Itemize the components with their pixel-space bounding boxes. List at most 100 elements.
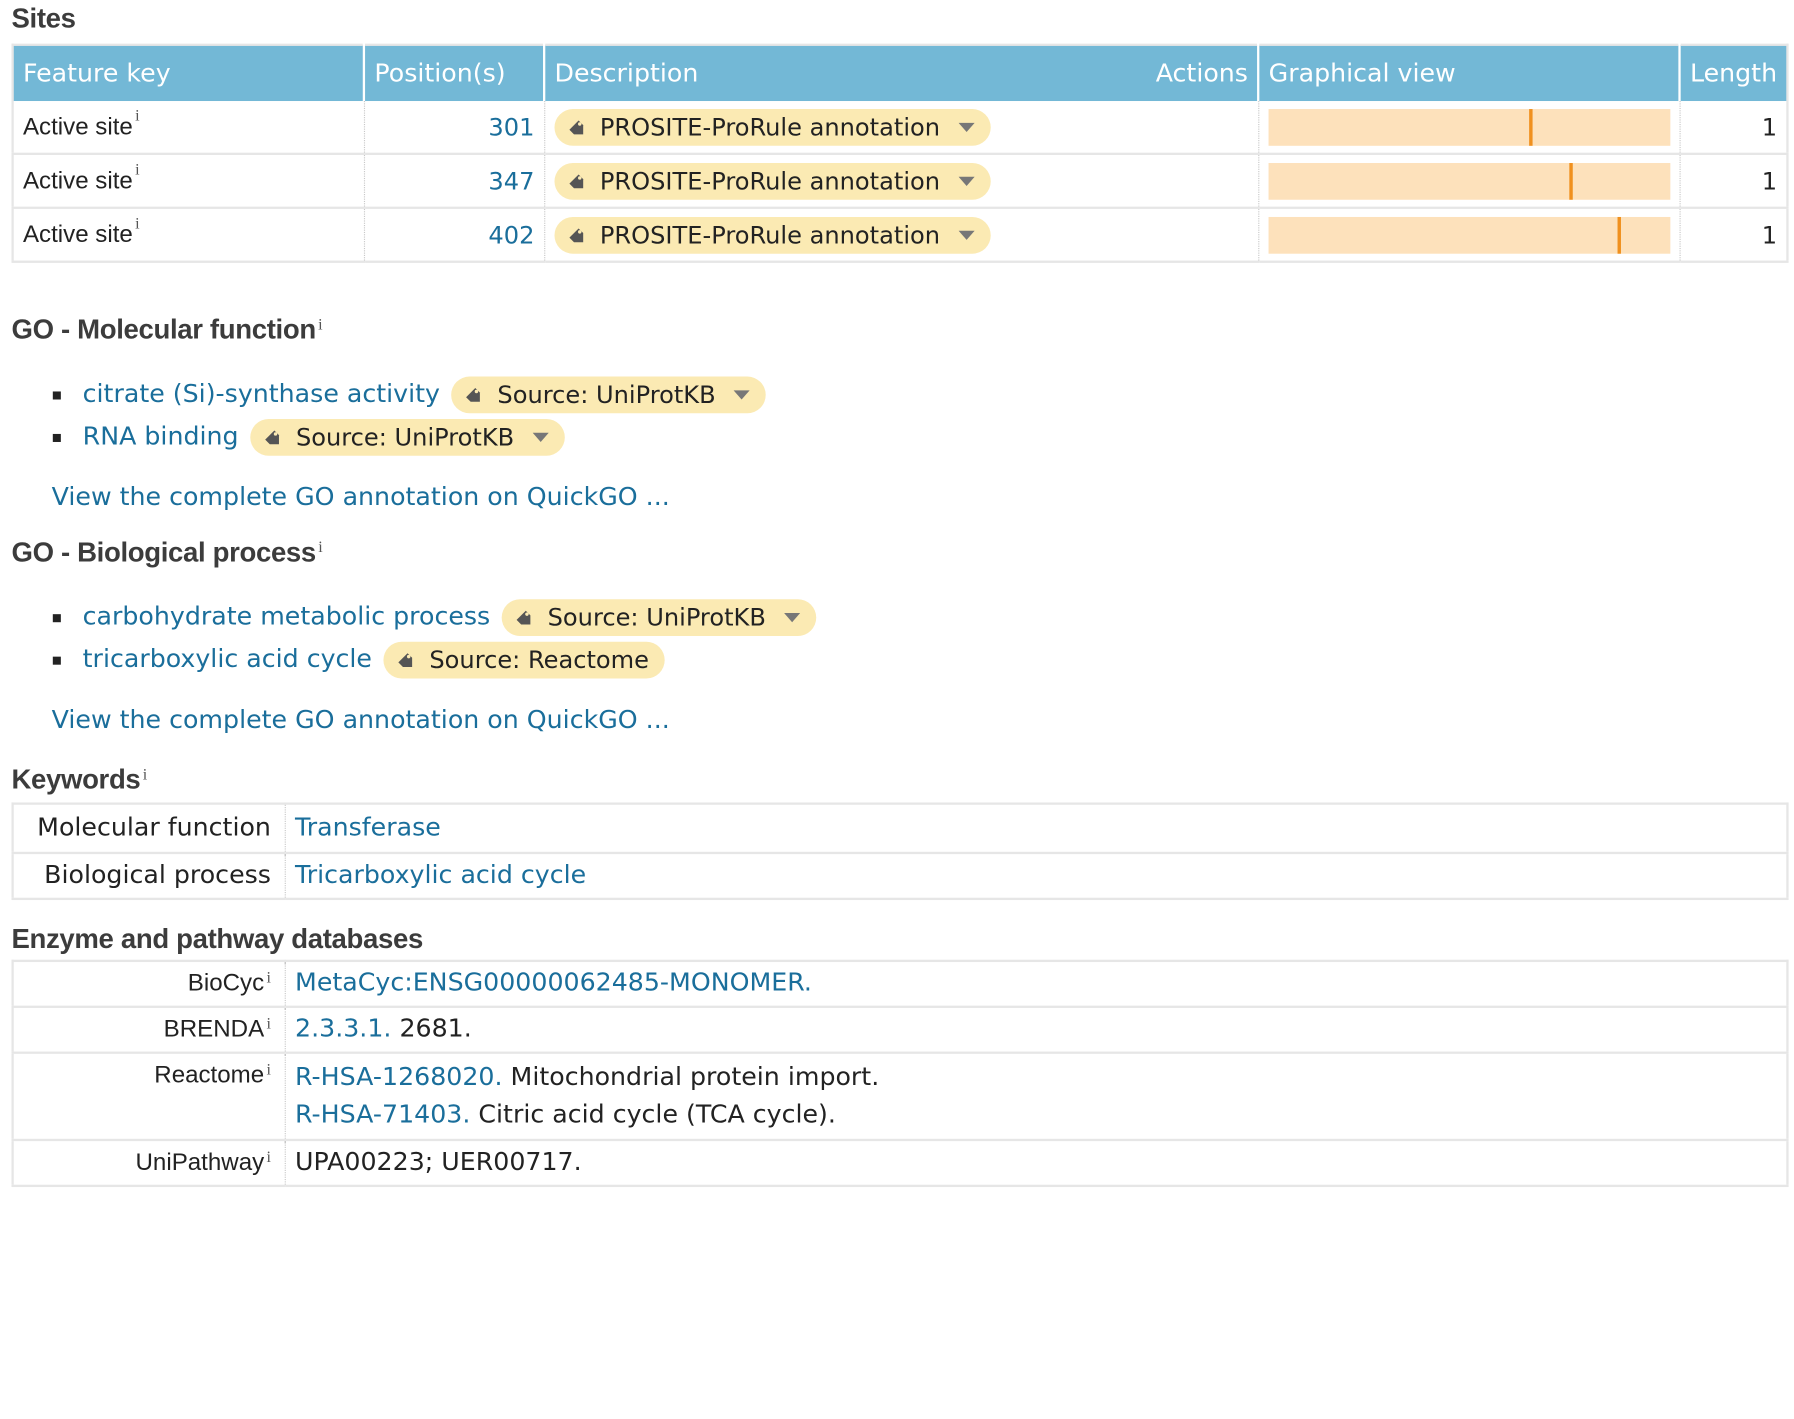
position-cell: 347 (364, 153, 545, 209)
position-cell: 402 (364, 207, 545, 263)
col-feature-key[interactable]: Feature key (12, 44, 366, 102)
chevron-down-icon (532, 432, 549, 442)
chevron-down-icon (958, 176, 975, 186)
tag-icon (568, 227, 583, 242)
col-positions[interactable]: Position(s) (364, 44, 546, 102)
unipathway-text: UPA00223; UER00717. (295, 1148, 582, 1177)
table-row: BioCyc i MetaCyc:ENSG00000062485-MONOMER. (12, 960, 1788, 1008)
go-molecular-more: View the complete GO annotation on Quick… (11, 481, 1788, 515)
keyword-link[interactable]: Tricarboxylic acid cycle (295, 861, 586, 890)
position-link[interactable]: 347 (488, 167, 534, 195)
chevron-down-icon (734, 389, 751, 399)
info-icon[interactable]: i (135, 108, 139, 125)
go-term-link[interactable]: tricarboxylic acid cycle (83, 645, 372, 674)
list-item: carbohydrate metabolic process Source: U… (11, 596, 1788, 638)
enzyme-heading: Enzyme and pathway databases (11, 921, 1788, 960)
quickgo-link[interactable]: View the complete GO annotation on Quick… (52, 706, 670, 735)
feature-key-cell: Active site i (12, 207, 365, 263)
evidence-label: PROSITE-ProRule annotation (599, 113, 941, 141)
brenda-text: 2681. (391, 1014, 472, 1044)
evidence-pill[interactable]: PROSITE-ProRule annotation (553, 108, 991, 146)
tag-icon (398, 652, 413, 667)
sites-title: Sites (11, 3, 76, 35)
graphical-view-cell (1258, 207, 1681, 263)
info-icon[interactable]: i (318, 540, 322, 557)
info-icon[interactable]: i (266, 970, 270, 987)
brenda-link[interactable]: 2.3.3.1. (295, 1015, 391, 1044)
evidence-label: PROSITE-ProRule annotation (599, 167, 941, 195)
sites-header-row: Feature key Position(s) Description Acti… (12, 44, 1788, 102)
go-molecular-title: GO - Molecular function (11, 314, 316, 346)
go-term-link[interactable]: carbohydrate metabolic process (83, 603, 491, 632)
col-actions-label: Actions (1155, 59, 1248, 88)
list-item: tricarboxylic acid cycle Source: Reactom… (11, 638, 1788, 680)
go-term-link[interactable]: citrate (Si)-synthase activity (83, 380, 440, 409)
tag-icon (568, 119, 583, 134)
tag-icon (568, 173, 583, 188)
keyword-category: Biological process (12, 852, 286, 901)
length-cell: 1 (1679, 101, 1788, 155)
go-biological-heading: GO - Biological process i (11, 534, 1788, 573)
enzyme-table: BioCyc i MetaCyc:ENSG00000062485-MONOMER.… (11, 959, 1789, 1188)
position-link[interactable]: 402 (488, 221, 534, 249)
position-link[interactable]: 301 (488, 113, 534, 141)
tag-icon (516, 610, 531, 624)
site-marker[interactable] (1529, 108, 1533, 146)
table-row: Biological process Tricarboxylic acid cy… (12, 852, 1788, 901)
sequence-bar (1268, 216, 1670, 254)
keyword-link[interactable]: Transferase (295, 814, 441, 843)
table-row: Active site i 402 PROSITE-ProRule annotat… (12, 207, 1788, 263)
site-marker[interactable] (1569, 162, 1573, 200)
source-label: Source: Reactome (429, 645, 650, 674)
info-icon[interactable]: i (266, 1149, 270, 1166)
reactome-entry: R-HSA-71403. Citric acid cycle (TCA cycl… (295, 1096, 1777, 1134)
chevron-down-icon (958, 122, 975, 132)
info-icon[interactable]: i (266, 1016, 270, 1033)
col-description-label: Description (554, 59, 699, 88)
db-name-biocyc: BioCyc (187, 970, 265, 997)
go-biological-more: View the complete GO annotation on Quick… (11, 704, 1788, 738)
table-row: Active site i 347 PROSITE-ProRule annotat… (12, 153, 1788, 209)
col-length[interactable]: Length (1679, 44, 1788, 102)
table-row: Molecular function Transferase (12, 803, 1788, 855)
go-term-link[interactable]: RNA binding (83, 422, 239, 451)
site-marker[interactable] (1617, 216, 1622, 254)
info-icon[interactable]: i (135, 216, 139, 233)
db-name-unipathway: UniPathway (135, 1149, 265, 1176)
tag-icon (466, 387, 481, 402)
info-icon[interactable]: i (143, 767, 147, 784)
col-description: Description Actions (544, 44, 1260, 102)
evidence-pill[interactable]: PROSITE-ProRule annotation (553, 216, 991, 254)
reactome-text: Mitochondrial protein import. (502, 1063, 880, 1092)
source-pill[interactable]: Source: UniProtKB (451, 375, 767, 413)
biocyc-link[interactable]: MetaCyc:ENSG00000062485-MONOMER. (295, 969, 812, 998)
source-pill[interactable]: Source: UniProtKB (250, 418, 565, 456)
evidence-pill[interactable]: PROSITE-ProRule annotation (553, 162, 991, 200)
reactome-link[interactable]: R-HSA-71403. (295, 1101, 470, 1130)
graphical-view-cell (1258, 101, 1681, 155)
info-icon[interactable]: i (318, 317, 322, 334)
db-name-reactome: Reactome (154, 1061, 265, 1089)
source-pill[interactable]: Source: UniProtKB (501, 598, 817, 636)
source-label: Source: UniProtKB (497, 380, 716, 409)
info-icon[interactable]: i (266, 1062, 270, 1079)
evidence-label: PROSITE-ProRule annotation (599, 220, 941, 249)
chevron-down-icon (958, 230, 975, 240)
enzyme-title: Enzyme and pathway databases (11, 924, 423, 956)
description-cell: PROSITE-ProRule annotation (544, 207, 1259, 263)
list-item: RNA binding Source: UniProtKB (11, 416, 1788, 458)
db-name-brenda: BRENDA (163, 1015, 265, 1043)
quickgo-link[interactable]: View the complete GO annotation on Quick… (52, 483, 670, 512)
keywords-heading: Keywords i (11, 761, 1788, 800)
go-biological-list: carbohydrate metabolic process Source: U… (11, 596, 1788, 681)
reactome-link[interactable]: R-HSA-1268020. (295, 1063, 502, 1092)
info-icon[interactable]: i (135, 162, 139, 179)
table-row: Reactome i R-HSA-1268020. Mitochondrial p… (12, 1052, 1788, 1142)
feature-key-cell: Active site i (12, 101, 365, 155)
description-cell: PROSITE-ProRule annotation (544, 153, 1259, 209)
source-pill[interactable]: Source: Reactome (383, 641, 666, 678)
go-biological-title: GO - Biological process (11, 537, 316, 569)
go-molecular-heading: GO - Molecular function i (11, 311, 1788, 350)
length-cell: 1 (1679, 153, 1788, 209)
chevron-down-icon (784, 612, 801, 622)
